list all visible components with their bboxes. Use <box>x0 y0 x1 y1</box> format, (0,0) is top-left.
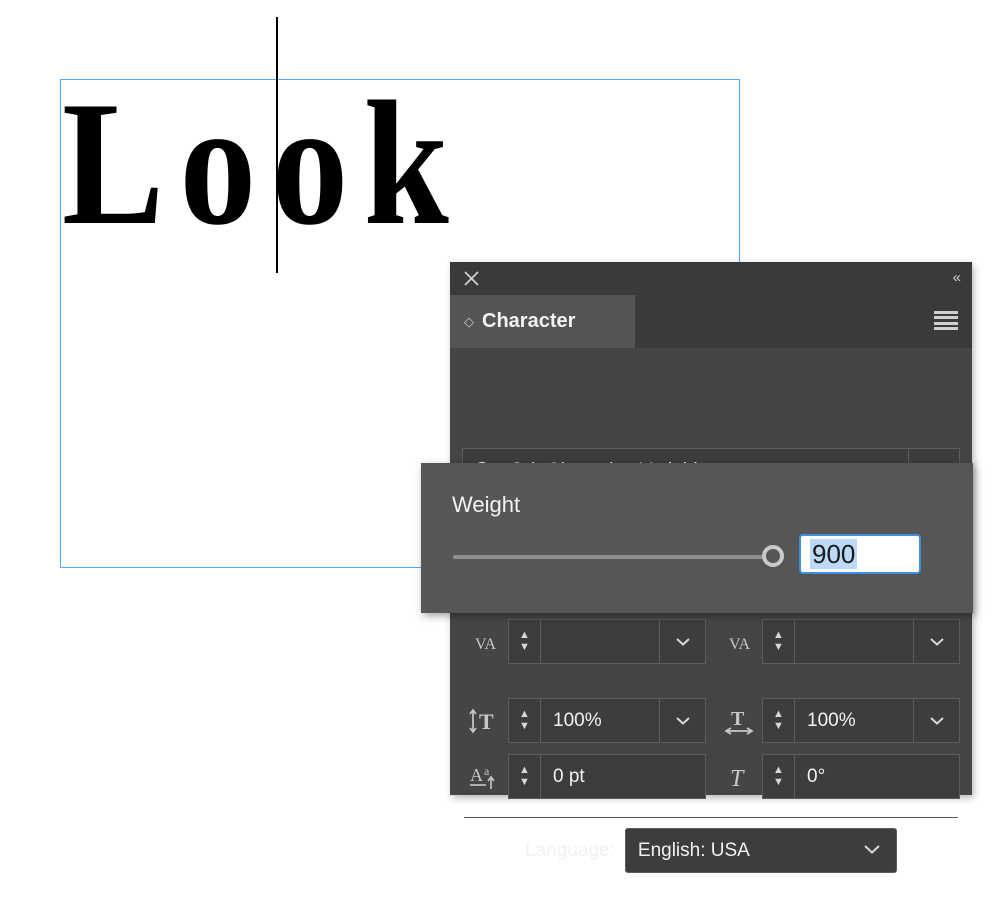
baseline-shift-value: 0 pt <box>553 765 585 787</box>
weight-slider-knob[interactable] <box>762 545 784 567</box>
kerning-stepper[interactable]: ▲ ▼ <box>508 619 540 664</box>
horizontal-scale-input[interactable]: 100% <box>794 698 914 743</box>
vertical-scale-input[interactable]: 100% <box>540 698 660 743</box>
svg-text:a: a <box>484 764 490 778</box>
horizontal-scale-stepper[interactable]: ▲ ▼ <box>762 698 794 743</box>
kerning-dropdown-button[interactable] <box>660 619 706 664</box>
panel-divider <box>464 817 958 818</box>
chevron-down-icon <box>862 843 882 858</box>
horizontal-scale-cell: T ▲ ▼ 100% <box>716 698 960 743</box>
language-label: Language: <box>525 839 615 861</box>
svg-text:A: A <box>470 765 483 785</box>
weight-title: Weight <box>452 492 521 517</box>
horizontal-scale-dropdown-button[interactable] <box>914 698 960 743</box>
vertical-scale-dropdown-button[interactable] <box>660 698 706 743</box>
language-select[interactable]: English: USA <box>624 828 897 873</box>
panel-titlebar: « <box>450 262 972 295</box>
baseline-shift-cell: A a ▲ ▼ 0 pt <box>462 754 706 799</box>
vertical-scale-value: 100% <box>553 709 602 731</box>
weight-popup[interactable]: Weight 900 <box>421 463 973 613</box>
tracking-cell: VA ▲ ▼ <box>716 619 960 664</box>
svg-text:VA: VA <box>729 636 750 653</box>
svg-text:T: T <box>730 766 745 792</box>
weight-slider-track[interactable] <box>453 555 763 559</box>
character-rotation-stepper[interactable]: ▲ ▼ <box>762 754 794 799</box>
svg-text:VA: VA <box>475 636 496 653</box>
collapse-panel-icon[interactable]: « <box>953 268 961 288</box>
language-row: Language: English: USA <box>462 828 960 873</box>
tab-diamond-icon: ◇ <box>464 314 474 329</box>
character-rotation-input[interactable]: 0° <box>794 754 960 799</box>
character-rotation-cell: T ▲ ▼ 0° <box>716 754 960 799</box>
baseline-shift-icon: A a <box>462 754 508 799</box>
close-icon[interactable] <box>460 267 482 289</box>
horizontal-scale-icon: T <box>716 698 762 743</box>
svg-text:T: T <box>731 708 745 730</box>
baseline-row: A a ▲ ▼ 0 pt T ▲ ▼ 0° <box>462 754 960 799</box>
vertical-scale-cell: T ▲ ▼ 100% <box>462 698 706 743</box>
language-value: English: USA <box>637 839 750 861</box>
tracking-row: VA ▲ ▼ VA ▲ ▼ <box>462 619 960 664</box>
weight-value-input[interactable]: 900 <box>799 534 921 574</box>
tracking-icon: VA <box>716 619 762 664</box>
kerning-icon: VA <box>462 619 508 664</box>
baseline-shift-input[interactable]: 0 pt <box>540 754 706 799</box>
tracking-dropdown-button[interactable] <box>914 619 960 664</box>
kerning-cell: VA ▲ ▼ <box>462 619 706 664</box>
tracking-stepper[interactable]: ▲ ▼ <box>762 619 794 664</box>
hamburger-menu-icon[interactable] <box>934 311 958 330</box>
vertical-scale-icon: T <box>462 698 508 743</box>
svg-text:T: T <box>479 709 494 734</box>
weight-value-text: 900 <box>810 539 858 569</box>
kerning-input[interactable] <box>540 619 660 664</box>
character-rotation-icon: T <box>716 754 762 799</box>
tab-character[interactable]: ◇ Character <box>450 295 635 348</box>
tab-character-label: Character <box>482 310 576 332</box>
text-cursor-caret <box>276 17 278 273</box>
vertical-scale-stepper[interactable]: ▲ ▼ <box>508 698 540 743</box>
horizontal-scale-value: 100% <box>807 709 856 731</box>
panel-tab-row: ◇ Character <box>450 295 972 348</box>
tracking-input[interactable] <box>794 619 914 664</box>
scale-row: T ▲ ▼ 100% T ▲ ▼ 100% <box>462 698 960 743</box>
baseline-shift-stepper[interactable]: ▲ ▼ <box>508 754 540 799</box>
character-rotation-value: 0° <box>807 765 826 787</box>
